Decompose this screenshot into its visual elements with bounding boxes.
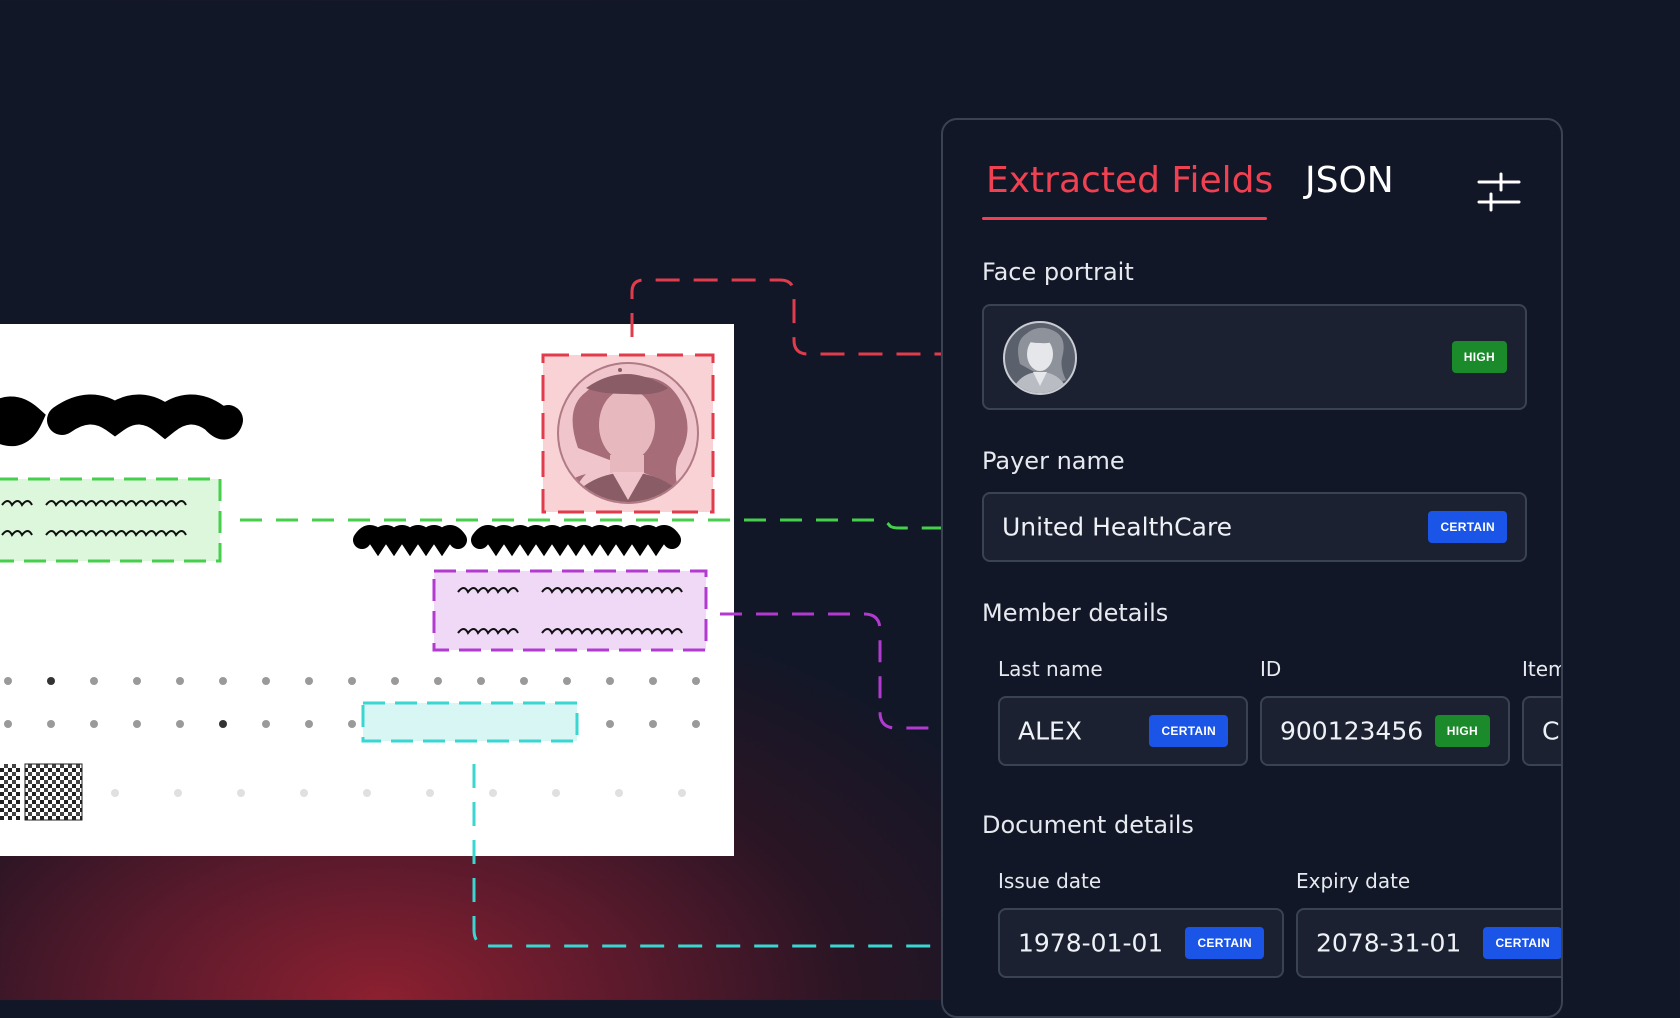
scribble-name-line — [353, 525, 681, 557]
face-portrait-field[interactable]: HIGH — [982, 304, 1527, 410]
member-connector — [720, 612, 948, 730]
payer-name-value: United HealthCare — [1002, 512, 1233, 542]
card-dot — [426, 789, 434, 797]
card-dot — [47, 677, 55, 685]
tab-extracted-fields[interactable]: Extracted Fields — [986, 160, 1273, 201]
confidence-badge: CERTAIN — [1185, 927, 1264, 959]
card-dot — [649, 677, 657, 685]
id-value: 900123456 — [1280, 716, 1424, 746]
card-dot — [678, 789, 686, 797]
active-tab-indicator — [982, 217, 1267, 220]
card-dot — [133, 720, 141, 728]
id-label: ID — [1260, 657, 1282, 681]
issue-date-value: 1978-01-01 — [1018, 928, 1164, 958]
card-dot — [552, 789, 560, 797]
last-name-label: Last name — [998, 657, 1103, 681]
item-field[interactable]: CH — [1522, 696, 1561, 766]
member-region — [432, 569, 708, 652]
card-dot — [348, 677, 356, 685]
card-dot — [262, 677, 270, 685]
card-dot — [477, 677, 485, 685]
card-dot — [4, 720, 12, 728]
extraction-panel: Extracted Fields JSON Face portrait HIGH… — [941, 118, 1563, 1018]
card-dot — [434, 677, 442, 685]
card-dot — [300, 789, 308, 797]
payer-name-label: Payer name — [982, 447, 1125, 475]
issue-date-field[interactable]: 1978-01-01 CERTAIN — [998, 908, 1284, 978]
card-dot — [176, 677, 184, 685]
card-dot — [47, 720, 55, 728]
payer-name-field[interactable]: United HealthCare CERTAIN — [982, 492, 1527, 562]
last-name-value: ALEX — [1018, 716, 1082, 746]
card-dot — [563, 677, 571, 685]
last-name-field[interactable]: ALEX CERTAIN — [998, 696, 1248, 766]
card-dot — [305, 677, 313, 685]
card-dot — [237, 789, 245, 797]
face-portrait-label: Face portrait — [982, 258, 1134, 286]
confidence-badge: HIGH — [1434, 715, 1490, 747]
card-dot — [305, 720, 313, 728]
member-details-label: Member details — [982, 599, 1169, 627]
card-dot — [692, 720, 700, 728]
card-dot — [219, 720, 227, 728]
portrait-avatar-icon — [1003, 321, 1077, 395]
card-dot — [111, 789, 119, 797]
expiry-date-value: 2078-31-01 — [1316, 928, 1462, 958]
id-field[interactable]: 900123456 HIGH — [1260, 696, 1510, 766]
card-dot — [219, 677, 227, 685]
confidence-badge: CERTAIN — [1149, 715, 1228, 747]
item-label: Item — [1522, 657, 1563, 681]
document-details-label: Document details — [982, 811, 1194, 839]
card-dot — [133, 677, 141, 685]
payer-region — [0, 477, 222, 563]
card-dot — [348, 720, 356, 728]
barcode-block — [0, 764, 20, 820]
card-dot — [489, 789, 497, 797]
card-dot — [90, 677, 98, 685]
card-dot — [692, 677, 700, 685]
expiry-date-field[interactable]: 2078-31-01 CERTAIN — [1296, 908, 1561, 978]
card-dot — [606, 720, 614, 728]
issue-date-label: Issue date — [998, 869, 1102, 893]
document-region — [361, 701, 579, 743]
card-dot — [363, 789, 371, 797]
card-dot — [520, 677, 528, 685]
item-value: CH — [1542, 716, 1561, 746]
card-dot — [174, 789, 182, 797]
confidence-badge: HIGH — [1451, 341, 1507, 373]
confidence-badge: CERTAIN — [1483, 927, 1561, 959]
tab-json[interactable]: JSON — [1305, 160, 1394, 201]
card-dot — [391, 677, 399, 685]
card-dot — [262, 720, 270, 728]
expiry-date-label: Expiry date — [1296, 869, 1411, 893]
card-dot — [615, 789, 623, 797]
confidence-badge: CERTAIN — [1428, 511, 1507, 543]
card-dot — [606, 677, 614, 685]
sliders-icon[interactable] — [1477, 172, 1521, 212]
card-dot — [4, 677, 12, 685]
barcode-block — [24, 763, 83, 821]
card-dot — [176, 720, 184, 728]
card-dot — [649, 720, 657, 728]
card-dot — [90, 720, 98, 728]
